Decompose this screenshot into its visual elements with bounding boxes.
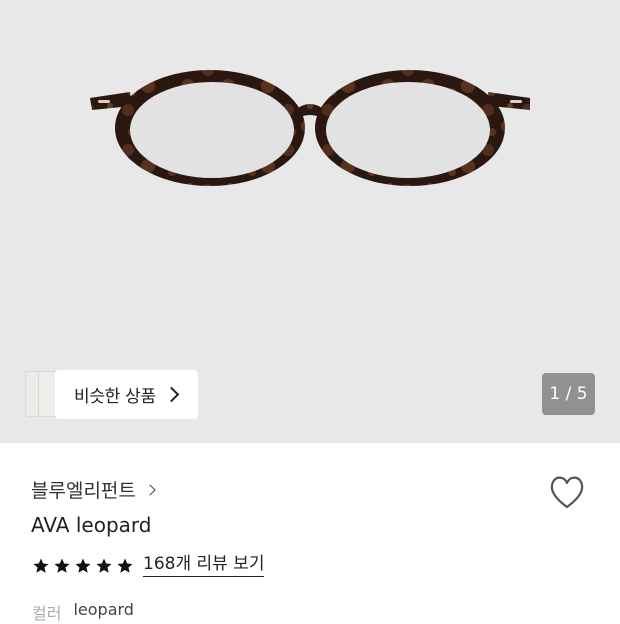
image-counter: 1 / 5 [542,373,595,415]
similar-products-card[interactable]: 비슷한 상품 [55,370,198,419]
review-link[interactable]: 168개 리뷰 보기 [143,554,265,577]
star-filled-icon [117,558,133,573]
chevron-right-icon [163,386,180,403]
product-image-carousel[interactable]: 비슷한 상품 1 / 5 [0,0,620,443]
product-name: AVA leopard [31,513,152,537]
chevron-right-icon [144,483,156,496]
brand-link[interactable]: 블루엘리펀트 [31,476,156,503]
similar-products-label: 비슷한 상품 [74,387,156,407]
heart-outline-icon[interactable] [548,474,586,510]
rating-stars [32,557,134,575]
color-row: 컬러 leopard [32,600,134,624]
star-filled-icon [75,558,91,573]
product-image [90,70,530,186]
color-value: leopard [73,600,134,619]
star-filled-icon [96,558,112,573]
similar-products-button[interactable]: 비슷한 상품 [25,370,198,419]
color-label: 컬러 [32,604,62,623]
star-filled-icon [54,558,70,573]
rating-row: 168개 리뷰 보기 [32,554,265,577]
star-filled-icon [33,558,49,573]
brand-name: 블루엘리펀트 [31,480,136,502]
